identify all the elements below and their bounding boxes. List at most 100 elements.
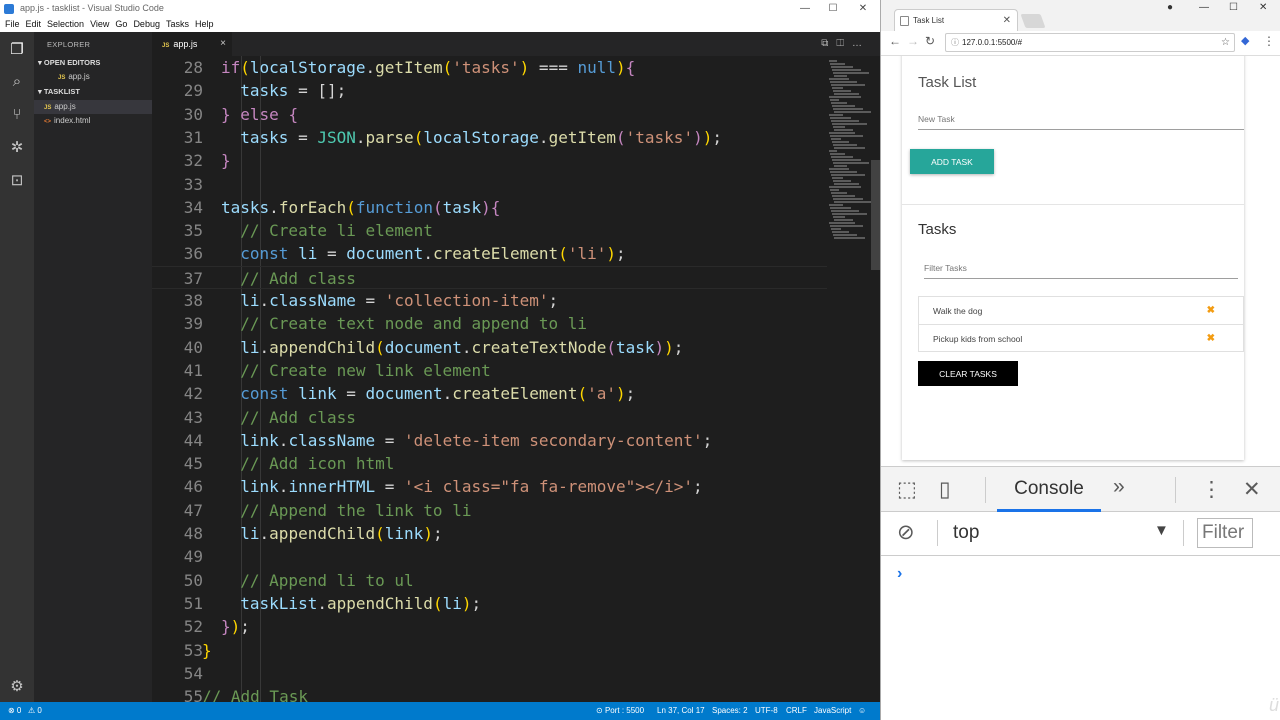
open-editors-section[interactable]: ▾ OPEN EDITORS (38, 58, 100, 67)
code-line[interactable]: 41 // Create new link element (152, 359, 827, 382)
line-ending[interactable]: CRLF (786, 702, 807, 720)
cursor-position[interactable]: Ln 37, Col 17 (657, 702, 705, 720)
browser-tab[interactable]: Task List ✕ (894, 9, 1018, 31)
device-toolbar-icon[interactable]: ▯ (939, 477, 951, 502)
inspect-element-icon[interactable]: ⬚ (897, 477, 917, 502)
back-icon[interactable]: ← (889, 34, 901, 48)
file-item-app-js[interactable]: JS app.js (44, 102, 76, 111)
menu-item-selection[interactable]: Selection (42, 17, 84, 32)
code-line[interactable]: 47 // Append the link to li (152, 499, 827, 522)
code-line[interactable]: 50 // Append li to ul (152, 569, 827, 592)
code-line[interactable]: 28 if(localStorage.getItem('tasks') === n… (152, 56, 827, 79)
search-icon[interactable]: ⌕ (7, 72, 27, 92)
chevron-down-icon[interactable]: ▼ (1154, 522, 1169, 539)
smiley-icon[interactable]: ☺ (858, 702, 866, 720)
errors-count[interactable]: ⊗ 0 (8, 702, 21, 720)
menu-icon[interactable]: ⋮ (1263, 34, 1275, 48)
code-line[interactable]: 38 li.className = 'collection-item'; (152, 289, 827, 312)
extension-icon[interactable]: ◆ (1241, 34, 1249, 47)
bookmark-star-icon[interactable]: ☆ (1221, 34, 1230, 51)
code-line[interactable]: 46 link.innerHTML = '<i class="fa fa-rem… (152, 475, 827, 498)
close-icon[interactable]: × (220, 32, 226, 56)
close-window-icon[interactable]: ✕ (1259, 2, 1267, 13)
warnings-count[interactable]: ⚠ 0 (28, 702, 42, 720)
editor-scrollbar[interactable] (871, 56, 880, 702)
forward-icon[interactable]: → (907, 34, 919, 48)
add-task-button[interactable]: ADD TASK (910, 149, 994, 174)
code-line[interactable]: 53} (152, 639, 827, 662)
code-editor[interactable]: 28 if(localStorage.getItem('tasks') === n… (152, 56, 827, 702)
remove-icon[interactable]: ✖ (1207, 325, 1215, 353)
maximize-icon[interactable]: ☐ (818, 0, 848, 17)
code-line[interactable]: 36 const li = document.createElement('li… (152, 242, 827, 265)
code-line[interactable]: 40 li.appendChild(document.createTextNod… (152, 336, 827, 359)
extensions-icon[interactable]: ⊡ (7, 171, 27, 191)
file-item-index-html[interactable]: <> index.html (44, 116, 90, 125)
gear-icon[interactable]: ⚙ (7, 677, 27, 697)
more-actions-icon[interactable]: … (852, 38, 870, 49)
menu-item-view[interactable]: View (85, 17, 109, 32)
minimize-icon[interactable]: — (790, 0, 820, 17)
console-prompt[interactable]: › (897, 565, 902, 583)
menu-item-go[interactable]: Go (110, 17, 127, 32)
debug-icon[interactable]: ✲ (7, 138, 27, 158)
context-selector[interactable]: top (953, 522, 979, 544)
code-line[interactable]: 45 // Add icon html (152, 452, 827, 475)
code-line[interactable]: 54 (152, 662, 827, 685)
language-mode[interactable]: JavaScript (814, 702, 851, 720)
tab-app-js[interactable]: JS app.js × (152, 32, 232, 56)
devtools-menu-icon[interactable]: ⋮ (1201, 477, 1222, 502)
code-line[interactable]: 34 tasks.forEach(function(task){ (152, 196, 827, 219)
close-devtools-icon[interactable]: ✕ (1243, 477, 1261, 502)
code-line[interactable]: 33 (152, 173, 827, 196)
new-task-input[interactable] (918, 108, 1244, 130)
indentation[interactable]: Spaces: 2 (712, 702, 748, 720)
code-line[interactable]: 55// Add Task (152, 685, 827, 702)
minimize-icon[interactable]: — (1199, 2, 1209, 13)
console-filter-input[interactable]: Filter (1197, 518, 1253, 548)
code-line[interactable]: 30} else { (152, 103, 827, 126)
menu-item-debug[interactable]: Debug (128, 17, 160, 32)
open-editor-item[interactable]: JS app.js (58, 72, 90, 81)
live-server-port[interactable]: ⊙ Port : 5500 (596, 702, 644, 720)
source-control-icon[interactable]: ⑂ (7, 105, 27, 125)
menu-item-tasks[interactable]: Tasks (161, 17, 189, 32)
menu-item-edit[interactable]: Edit (21, 17, 42, 32)
filter-tasks-input[interactable] (924, 257, 1238, 279)
remove-icon[interactable]: ✖ (1207, 297, 1215, 325)
code-line[interactable]: 37 // Add class (152, 265, 827, 289)
line-number: 47 (183, 500, 203, 520)
scrollbar-thumb[interactable] (871, 160, 880, 270)
close-tab-icon[interactable]: ✕ (1003, 10, 1011, 32)
address-bar[interactable]: ⓘ 127.0.0.1:5500/# ☆ (945, 33, 1235, 52)
reload-icon[interactable]: ↻ (925, 34, 935, 48)
tab-console[interactable]: Console (997, 467, 1101, 512)
minimap[interactable] (827, 56, 871, 702)
profile-icon[interactable]: ● (1167, 2, 1173, 13)
code-line[interactable]: 48 li.appendChild(link); (152, 522, 827, 545)
code-line[interactable]: 44 link.className = 'delete-item seconda… (152, 429, 827, 452)
code-line[interactable]: 52}); (152, 615, 827, 638)
code-line[interactable]: 49 (152, 545, 827, 568)
close-window-icon[interactable]: ✕ (848, 0, 878, 17)
code-line[interactable]: 32} (152, 149, 827, 172)
open-preview-icon[interactable]: ⧉ (821, 38, 836, 49)
code-line[interactable]: 43 // Add class (152, 406, 827, 429)
files-icon[interactable]: ❐ (7, 40, 27, 60)
code-line[interactable]: 51 taskList.appendChild(li); (152, 592, 827, 615)
menu-item-help[interactable]: Help (190, 17, 214, 32)
new-tab-button[interactable] (1020, 14, 1046, 28)
code-line[interactable]: 29 tasks = []; (152, 79, 827, 102)
menu-item-file[interactable]: File (0, 17, 20, 32)
encoding[interactable]: UTF-8 (755, 702, 778, 720)
maximize-icon[interactable]: ☐ (1229, 2, 1238, 13)
code-line[interactable]: 39 // Create text node and append to li (152, 312, 827, 335)
clear-console-icon[interactable]: ⊘ (897, 520, 915, 545)
code-line[interactable]: 31 tasks = JSON.parse(localStorage.getIt… (152, 126, 827, 149)
code-line[interactable]: 42 const link = document.createElement('… (152, 382, 827, 405)
project-section[interactable]: ▾ TASKLIST (38, 87, 80, 96)
split-editor-icon[interactable]: ◫ (836, 38, 852, 49)
more-tabs-icon[interactable]: » (1113, 475, 1125, 499)
code-line[interactable]: 35 // Create li element (152, 219, 827, 242)
clear-tasks-button[interactable]: CLEAR TASKS (918, 361, 1018, 386)
